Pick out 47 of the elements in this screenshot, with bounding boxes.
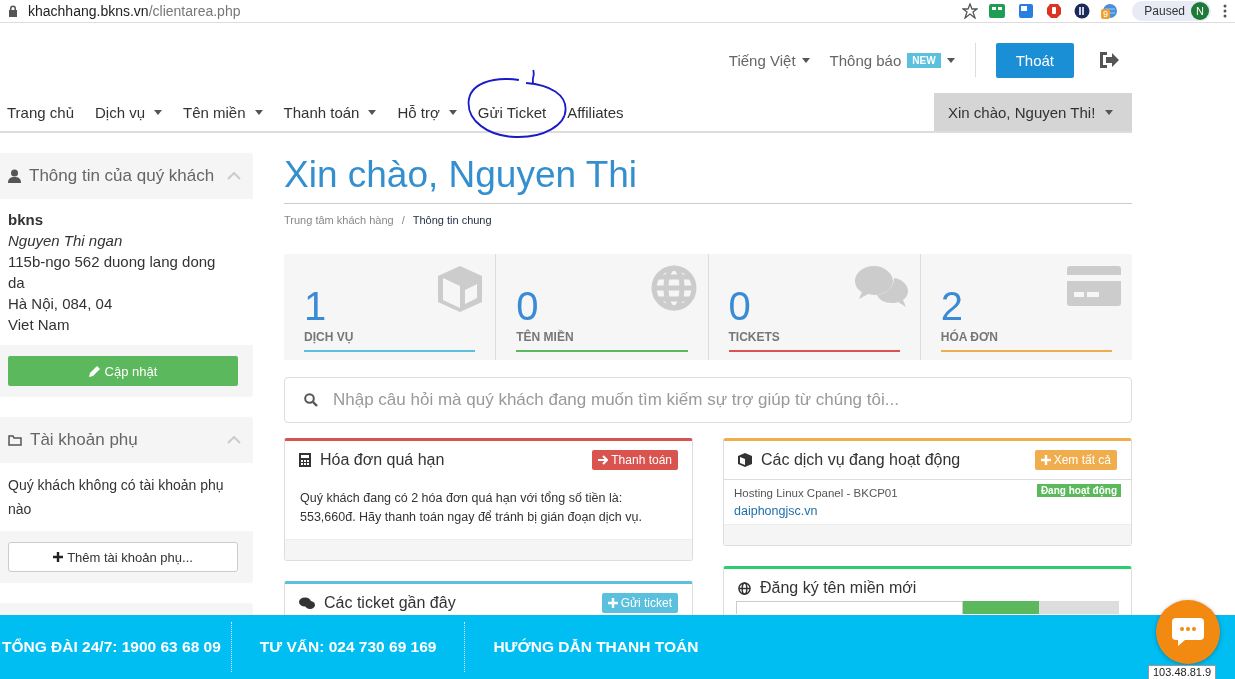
- language-dropdown[interactable]: Tiếng Việt: [728, 51, 810, 69]
- nav-item[interactable]: Tên miền: [176, 93, 277, 131]
- breadcrumb-item[interactable]: Trung tâm khách hàng: [284, 214, 394, 226]
- ip-label: 103.48.81.9: [1148, 665, 1217, 679]
- user-menu[interactable]: Xin chào, Nguyen Thi!: [934, 93, 1132, 131]
- company-name: bkns: [8, 210, 44, 230]
- nav-item[interactable]: Thanh toán: [276, 93, 391, 131]
- extension-badge: 9: [1101, 9, 1110, 19]
- breadcrumb-separator: /: [401, 214, 405, 226]
- stat-value: 2: [940, 284, 963, 328]
- panel-title: Hóa đơn quá hạn: [320, 451, 446, 469]
- product-name: Hosting Linux Cpanel - BKCP01: [734, 486, 898, 501]
- status-label: Đang hoạt động: [1036, 484, 1121, 497]
- address-line: Hà Nội, 084, 04: [8, 294, 114, 314]
- logout-button[interactable]: Thoát: [995, 42, 1074, 78]
- panel-title: Các ticket gần đây: [324, 594, 457, 612]
- nav-item[interactable]: Dịch vụ: [88, 93, 176, 131]
- add-contact-button[interactable]: Thêm tài khoản phụ...: [8, 542, 238, 572]
- stat-value: 0: [728, 284, 751, 328]
- stat-value: 0: [516, 284, 539, 328]
- stat-label[interactable]: TICKETS: [728, 330, 900, 344]
- search-field[interactable]: Nhập câu hỏi mà quý khách đang muốn tìm kiếm sự trợ giúp từ chúng tôi...: [284, 377, 1132, 423]
- page-title: Xin chào, Nguyen Thi: [284, 153, 1132, 204]
- panel-title: Các dịch vụ đang hoạt động: [761, 451, 962, 469]
- address-line: 115b-ngo 562 duong lang dong da: [8, 252, 217, 293]
- stat-label[interactable]: TÊN MIỀN: [516, 330, 688, 344]
- panel-title: Thông tin của quý khách: [29, 166, 216, 186]
- address-bar[interactable]: khachhang.bkns.vn/clientarea.php: [28, 3, 953, 19]
- pay-button[interactable]: Thanh toán: [592, 450, 678, 470]
- nav-item[interactable]: Trang chủ: [0, 93, 88, 131]
- overdue-message: Quý khách đang có 2 hóa đơn quá hạn với tổng số tiền là: 553,660đ. Hãy thanh toán ngay để tránh bị gián đoạn dịch vụ.: [299, 490, 643, 526]
- profile-button[interactable]: Paused N: [1132, 1, 1211, 21]
- client-name: Nguyen Thi ngan: [8, 231, 124, 251]
- nav-item[interactable]: Gửi Ticket: [470, 93, 561, 131]
- nav-item[interactable]: Affiliates: [560, 93, 638, 131]
- stat-label[interactable]: DỊCH VỤ: [304, 330, 476, 344]
- panel-title: Tài khoản phụ: [30, 430, 139, 450]
- nav-item[interactable]: Hỗ trợ: [390, 93, 471, 131]
- notifications-dropdown[interactable]: Thông báo NEW: [829, 51, 955, 69]
- breadcrumb-item: Thông tin chung: [412, 214, 492, 226]
- stat-value: 1: [304, 284, 327, 328]
- new-badge: NEW: [907, 52, 941, 68]
- panel-title: Đăng ký tên miền mới: [760, 579, 918, 597]
- address-line: Viet Nam: [8, 315, 71, 335]
- domain-link[interactable]: daiphongjsc.vn: [734, 502, 1121, 520]
- empty-message: Quý khách không có tài khoản phụ nào: [0, 463, 253, 531]
- stat-label[interactable]: HÓA ĐƠN: [940, 330, 1112, 344]
